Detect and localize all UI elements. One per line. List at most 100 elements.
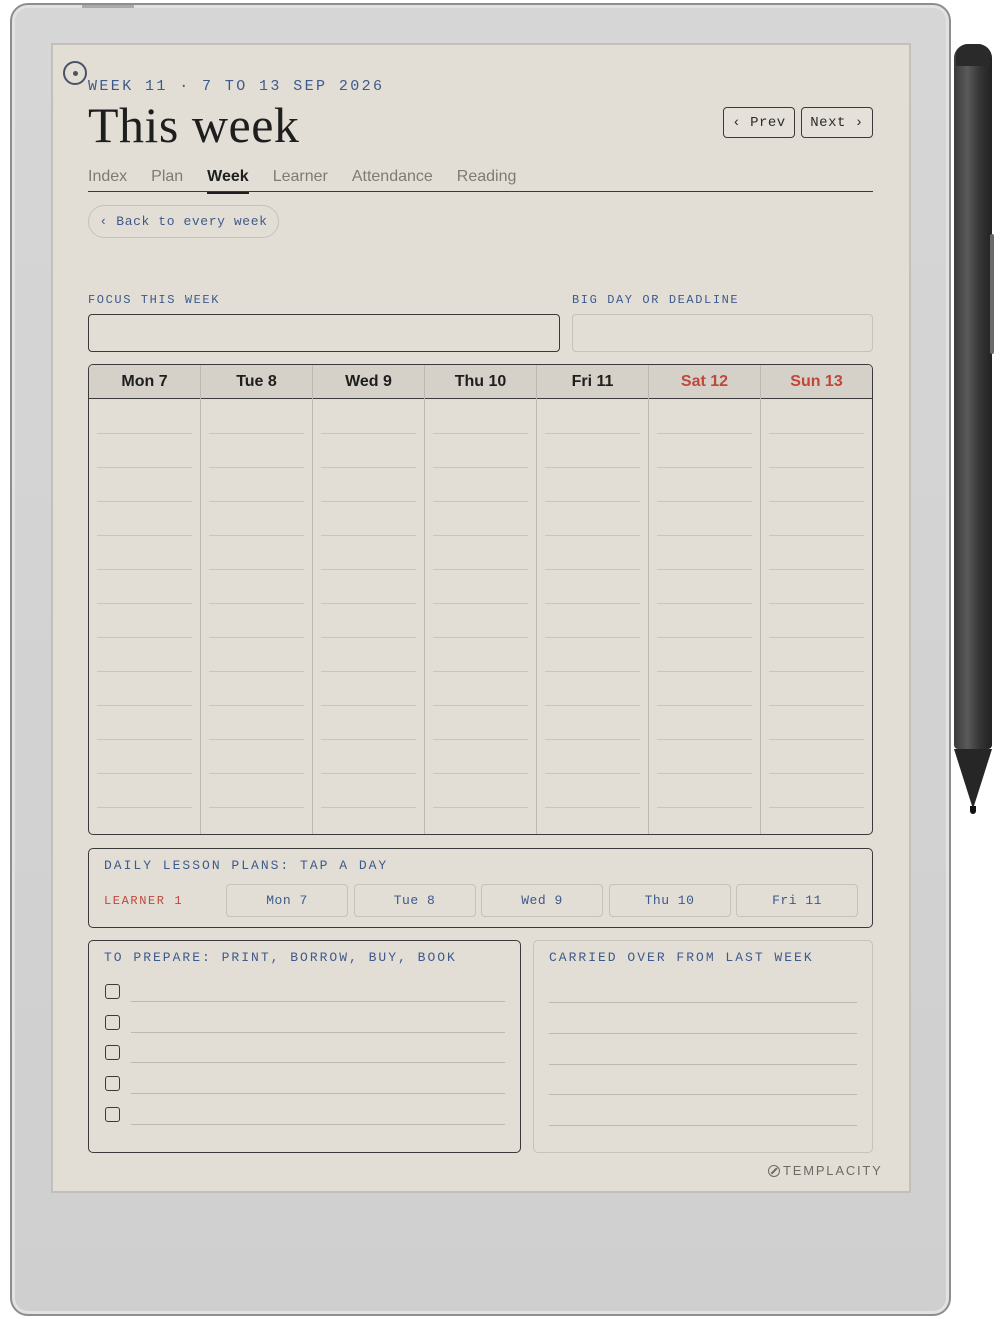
tab-index[interactable]: Index — [88, 166, 127, 191]
writing-line — [321, 569, 416, 570]
day-header: Thu 10 — [425, 365, 536, 399]
writing-line — [545, 467, 640, 468]
next-button[interactable]: Next › — [801, 107, 873, 138]
prepare-line[interactable] — [131, 1031, 505, 1033]
day-header: Sat 12 — [649, 365, 760, 399]
day-header: Wed 9 — [313, 365, 424, 399]
writing-line — [433, 535, 528, 536]
stylus-point — [970, 806, 976, 814]
carried-over-line[interactable] — [549, 1002, 857, 1003]
prepare-line[interactable] — [131, 1123, 505, 1125]
writing-line — [433, 705, 528, 706]
lesson-day-button[interactable]: Wed 9 — [481, 884, 603, 917]
brand-name: TEMPLACITY — [783, 1163, 883, 1178]
stylus — [954, 44, 994, 814]
lesson-day-button[interactable]: Fri 11 — [736, 884, 858, 917]
lesson-day-button[interactable]: Thu 10 — [608, 884, 731, 917]
carried-over-line[interactable] — [549, 1094, 857, 1096]
writing-line — [433, 433, 528, 434]
learner-label: LEARNER 1 — [104, 894, 184, 908]
brand-icon — [768, 1164, 780, 1177]
lesson-day-button[interactable]: Tue 8 — [353, 884, 476, 917]
prepare-line[interactable] — [131, 1001, 505, 1002]
writing-line — [657, 433, 752, 434]
writing-line — [769, 773, 864, 774]
prepare-line[interactable] — [131, 1062, 505, 1064]
page-title: This week — [88, 97, 300, 153]
writing-line — [321, 501, 416, 502]
day-writing-lines — [433, 399, 528, 834]
writing-line — [433, 773, 528, 774]
back-to-every-week-button[interactable]: ‹ Back to every week — [88, 205, 279, 238]
tab-plan[interactable]: Plan — [151, 166, 183, 191]
day-column[interactable]: Sun 13 — [761, 365, 872, 834]
carried-over-line[interactable] — [549, 1125, 857, 1127]
day-column[interactable]: Thu 10 — [425, 365, 537, 834]
writing-line — [657, 569, 752, 570]
tab-attendance[interactable]: Attendance — [352, 166, 433, 191]
lesson-day-button[interactable]: Mon 7 — [226, 884, 348, 917]
day-column[interactable]: Mon 7 — [89, 365, 201, 834]
prepare-checkbox[interactable] — [105, 984, 120, 999]
stylus-clip — [990, 234, 994, 354]
writing-line — [209, 569, 304, 570]
day-writing-lines — [657, 399, 752, 834]
deadline-field[interactable] — [572, 314, 873, 352]
writing-line — [209, 807, 304, 808]
writing-line — [545, 739, 640, 740]
stylus-cap — [956, 44, 990, 66]
carried-over-panel — [533, 940, 873, 1153]
writing-line — [97, 467, 192, 468]
day-column[interactable]: Sat 12 — [649, 365, 761, 834]
writing-line — [545, 433, 640, 434]
writing-line — [769, 671, 864, 672]
day-column[interactable]: Fri 11 — [537, 365, 649, 834]
writing-line — [769, 569, 864, 570]
day-writing-lines — [209, 399, 304, 834]
writing-line — [209, 433, 304, 434]
writing-line — [545, 807, 640, 808]
writing-line — [209, 467, 304, 468]
writing-line — [209, 501, 304, 502]
writing-line — [433, 671, 528, 672]
prepare-checkbox[interactable] — [105, 1045, 120, 1061]
writing-line — [657, 637, 752, 638]
prepare-checkbox[interactable] — [105, 1106, 120, 1122]
writing-line — [97, 603, 192, 604]
week-grid: Mon 7 Tue 8 Wed 9 Thu 10 Fri 11 Sat 12 Sun 13 — [88, 364, 873, 835]
prepare-line[interactable] — [131, 1093, 505, 1095]
carried-over-line[interactable] — [549, 1032, 857, 1034]
writing-line — [97, 501, 192, 502]
prepare-checkbox[interactable] — [105, 1076, 120, 1092]
writing-line — [545, 773, 640, 774]
writing-line — [433, 569, 528, 570]
writing-line — [545, 501, 640, 502]
week-eyebrow: WEEK 11 · 7 TO 13 SEP 2026 — [88, 78, 385, 95]
prepare-title: TO PREPARE: PRINT, BORROW, BUY, BOOK — [104, 950, 457, 965]
writing-line — [321, 705, 416, 706]
day-column[interactable]: Wed 9 — [313, 365, 425, 834]
prev-button[interactable]: ‹ Prev — [723, 107, 795, 138]
tab-learner[interactable]: Learner — [273, 166, 328, 191]
tab-week[interactable]: Week — [207, 166, 249, 194]
writing-line — [657, 705, 752, 706]
writing-line — [657, 671, 752, 672]
writing-line — [97, 705, 192, 706]
writing-line — [97, 807, 192, 808]
writing-line — [769, 467, 864, 468]
writing-line — [545, 705, 640, 706]
writing-line — [209, 671, 304, 672]
carried-over-line[interactable] — [549, 1063, 857, 1065]
brand-logo: TEMPLACITY — [768, 1163, 883, 1178]
day-writing-lines — [769, 399, 864, 834]
prepare-checkbox[interactable] — [105, 1014, 120, 1030]
target-icon[interactable] — [63, 61, 87, 85]
writing-line — [209, 773, 304, 774]
day-column[interactable]: Tue 8 — [201, 365, 313, 834]
focus-field[interactable] — [88, 314, 560, 352]
day-header: Mon 7 — [89, 365, 200, 399]
tab-reading[interactable]: Reading — [457, 166, 517, 191]
writing-line — [209, 637, 304, 638]
device-button — [82, 5, 134, 8]
writing-line — [433, 501, 528, 502]
